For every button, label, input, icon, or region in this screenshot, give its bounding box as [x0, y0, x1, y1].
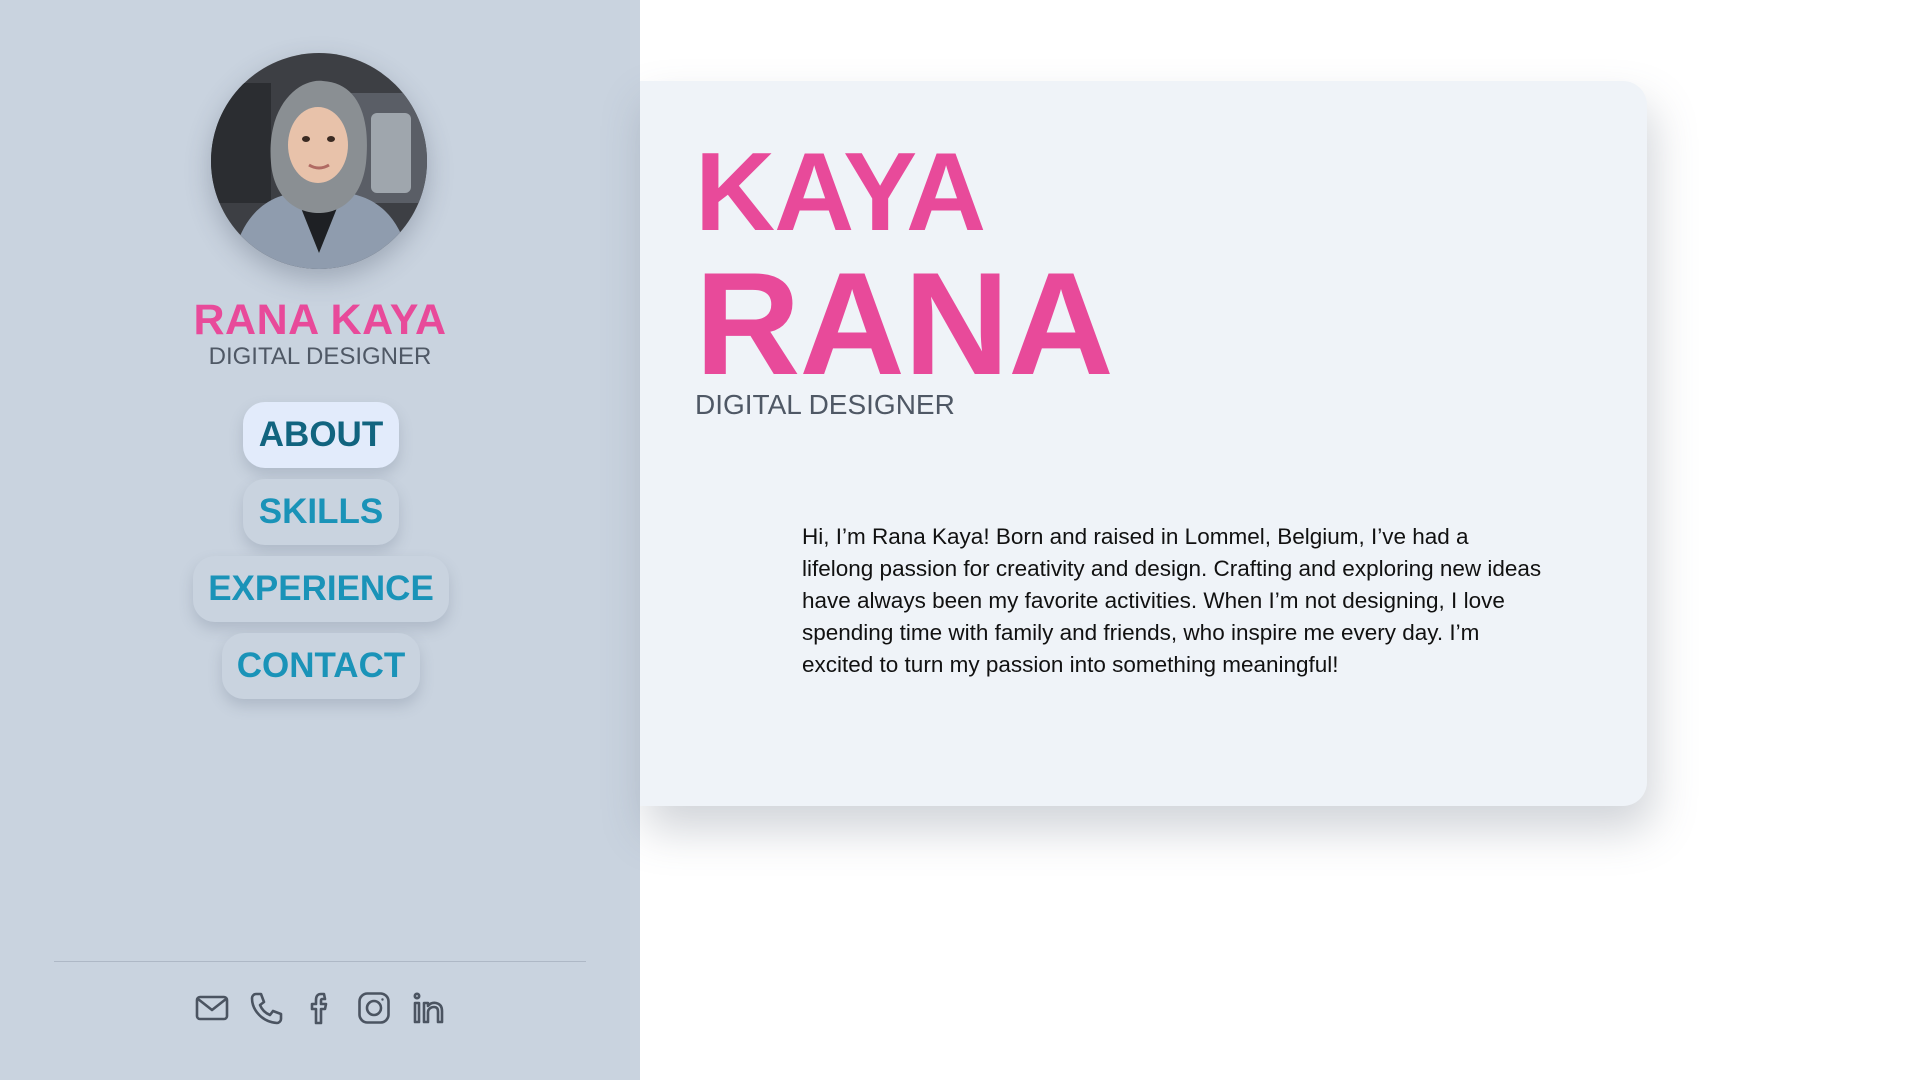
sidebar-divider — [54, 961, 586, 962]
nav-about-button[interactable]: ABOUT — [243, 402, 399, 468]
nav-experience-button[interactable]: EXPERIENCE — [193, 556, 449, 622]
profile-role: DIGITAL DESIGNER — [208, 343, 432, 370]
nav-skills-button[interactable]: SKILLS — [243, 479, 399, 545]
instagram-icon[interactable] — [356, 990, 392, 1026]
profile-name: RANA KAYA — [193, 296, 447, 344]
facebook-icon[interactable] — [302, 990, 338, 1026]
hero-role: DIGITAL DESIGNER — [695, 389, 955, 420]
hero-first-name: RANA — [695, 242, 1114, 405]
phone-icon[interactable] — [248, 990, 284, 1026]
mail-icon[interactable] — [194, 990, 230, 1026]
sidebar: RANA KAYA DIGITAL DESIGNER ABOUT SKILLS … — [0, 0, 640, 1080]
about-card: KAYA RANA DIGITAL DESIGNER Hi, I’m Rana … — [640, 81, 1647, 806]
avatar — [211, 53, 427, 269]
nav-contact-button[interactable]: CONTACT — [222, 633, 420, 699]
hero-last-name: KAYA — [695, 130, 986, 254]
linkedin-icon[interactable] — [410, 990, 446, 1026]
profile-photo — [211, 53, 427, 269]
about-bio: Hi, I’m Rana Kaya! Born and raised in Lo… — [802, 524, 1542, 677]
